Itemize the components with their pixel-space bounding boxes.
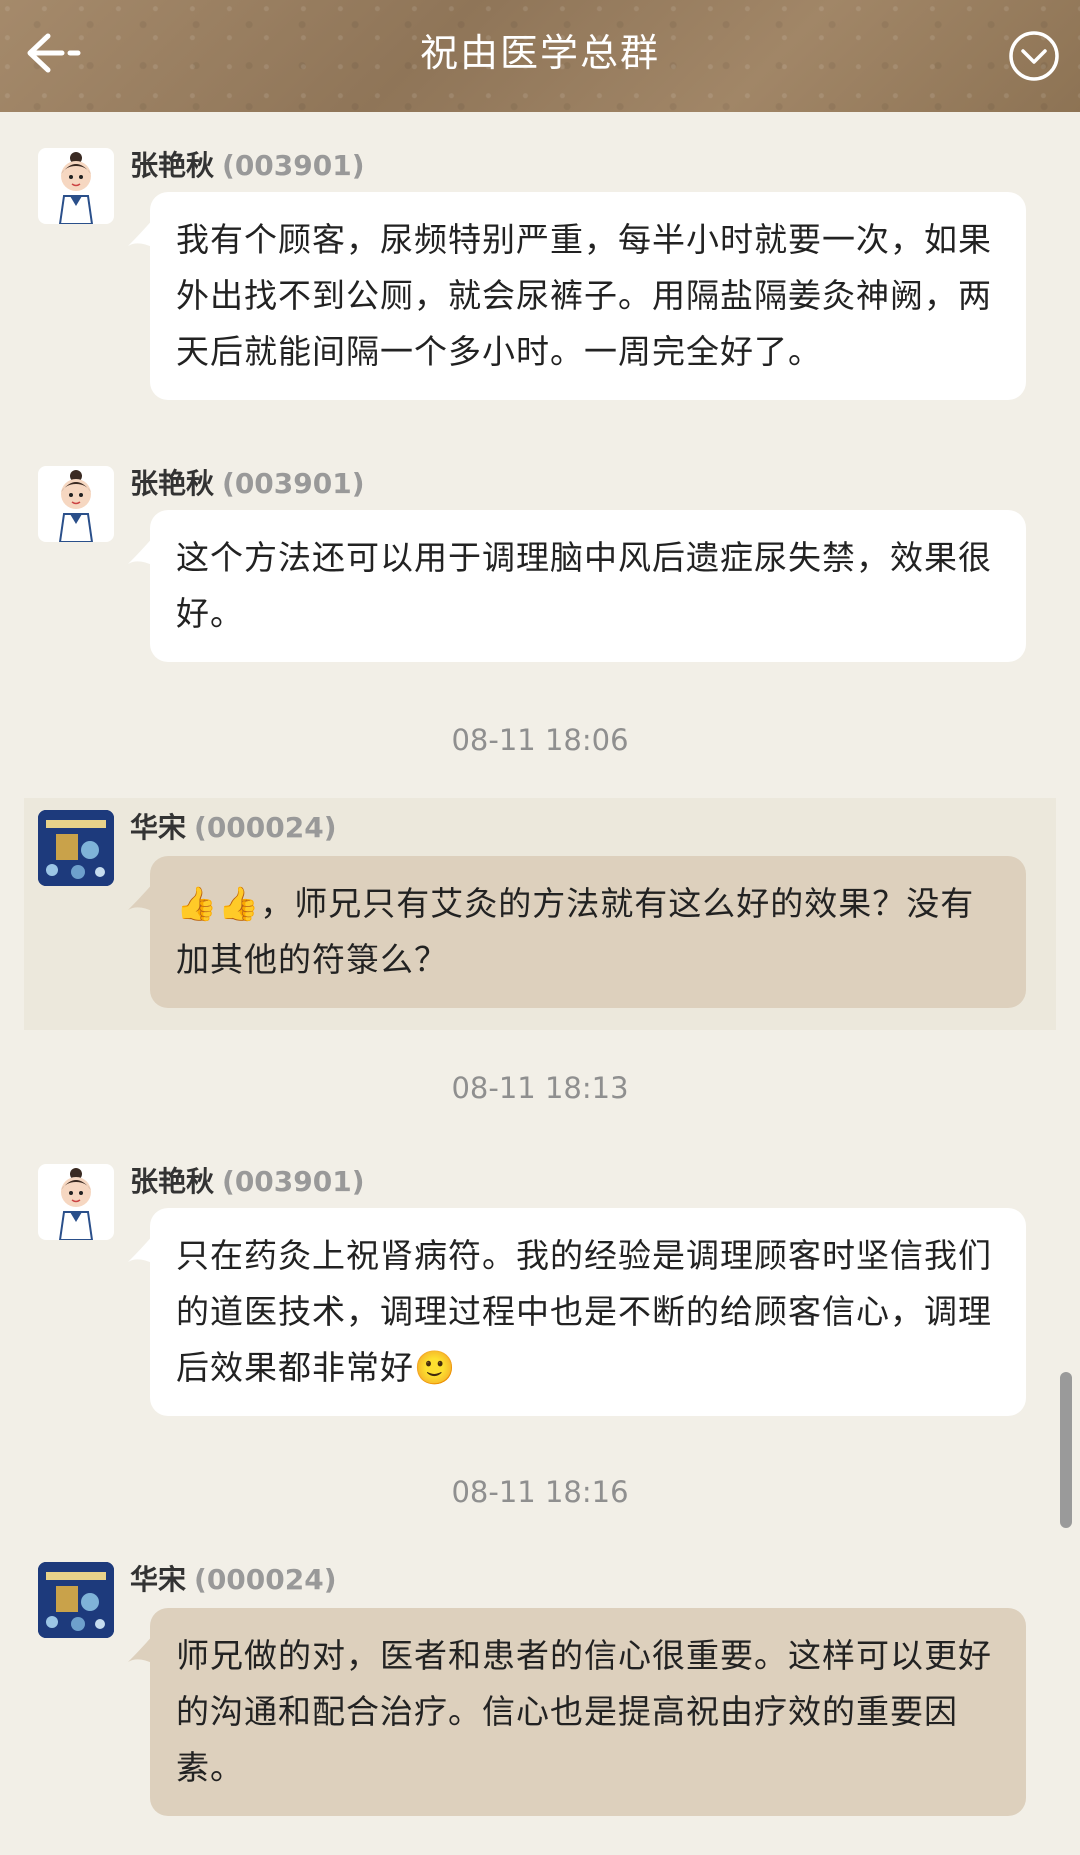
chevron-down-circle-icon [1009,31,1059,81]
sender-id: (000024) [194,811,337,844]
thumbs-up-emoji: 👍👍 [176,884,261,923]
sender-id: (003901) [222,1165,365,1198]
chat-title: 祝由医学总群 [419,31,660,75]
chat-header: 祝由医学总群 [0,0,1080,112]
avatar[interactable] [38,148,114,224]
message-text: ，师兄只有艾灸的方法就有这么好的效果？没有加其他的符箓么？ [176,884,975,979]
message: 华宋 (000024) 👍👍，师兄只有艾灸的方法就有这么好的效果？没有加其他的符箓… [24,798,1056,1030]
photo-avatar-icon [38,810,114,886]
avatar[interactable] [38,1164,114,1240]
more-menu-button[interactable] [1008,30,1060,82]
avatar[interactable] [38,1562,114,1638]
message-text: 这个方法还可以用于调理脑中风后遗症尿失禁，效果很好。 [176,538,992,633]
sender-name: 华宋 (000024) [130,811,337,844]
sender-id: (003901) [222,467,365,500]
cartoon-avatar-icon [58,152,94,224]
sender-name: 张艳秋 (003901) [130,149,365,182]
message: 张艳秋 (003901) 我有个顾客，尿频特别严重，每半小时就要一次，如果外出找不… [0,140,1080,420]
message-text: 我有个顾客，尿频特别严重，每半小时就要一次，如果外出找不到公厕，就会尿裤子。用隔… [176,220,992,371]
smile-emoji: 🙂 [414,1348,457,1387]
message-bubble[interactable]: 👍👍，师兄只有艾灸的方法就有这么好的效果？没有加其他的符箓么？ [128,856,1026,1008]
sender-name: 华宋 (000024) [130,1563,337,1596]
message-bubble[interactable]: 这个方法还可以用于调理脑中风后遗症尿失禁，效果很好。 [128,510,1026,662]
cartoon-avatar-icon [58,470,94,542]
timestamp: 08-11 18:06 [451,723,629,757]
sender-id: (003901) [222,149,365,182]
sender-name: 张艳秋 (003901) [130,467,365,500]
message: 张艳秋 (003901) 只在药灸上祝肾病符。我的经验是调理顾客时坚信我们的道医技… [0,1156,1080,1436]
message-text: 师兄做的对，医者和患者的信心很重要。这样可以更好的沟通和配合治疗。信心也是提高祝… [176,1636,992,1787]
message-text: 只在药灸上祝肾病符。我的经验是调理顾客时坚信我们的道医技术，调理过程中也是不断的… [176,1236,992,1387]
scrollbar-thumb[interactable] [1060,1372,1072,1528]
photo-avatar-icon [38,1562,114,1638]
timestamp: 08-11 18:16 [451,1475,629,1509]
timestamp: 08-11 18:13 [451,1071,629,1105]
message-bubble[interactable]: 只在药灸上祝肾病符。我的经验是调理顾客时坚信我们的道医技术，调理过程中也是不断的… [128,1208,1026,1416]
sender-name: 张艳秋 (003901) [130,1165,365,1198]
avatar[interactable] [38,810,114,886]
message-bubble[interactable]: 我有个顾客，尿频特别严重，每半小时就要一次，如果外出找不到公厕，就会尿裤子。用隔… [128,192,1026,400]
cartoon-avatar-icon [58,1168,94,1240]
message: 张艳秋 (003901) 这个方法还可以用于调理脑中风后遗症尿失禁，效果很好。 [0,458,1080,680]
sender-id: (000024) [194,1563,337,1596]
message: 华宋 (000024) 师兄做的对，医者和患者的信心很重要。这样可以更好的沟通和配… [0,1558,1080,1848]
message-bubble[interactable]: 师兄做的对，医者和患者的信心很重要。这样可以更好的沟通和配合治疗。信心也是提高祝… [128,1608,1026,1816]
avatar[interactable] [38,466,114,542]
